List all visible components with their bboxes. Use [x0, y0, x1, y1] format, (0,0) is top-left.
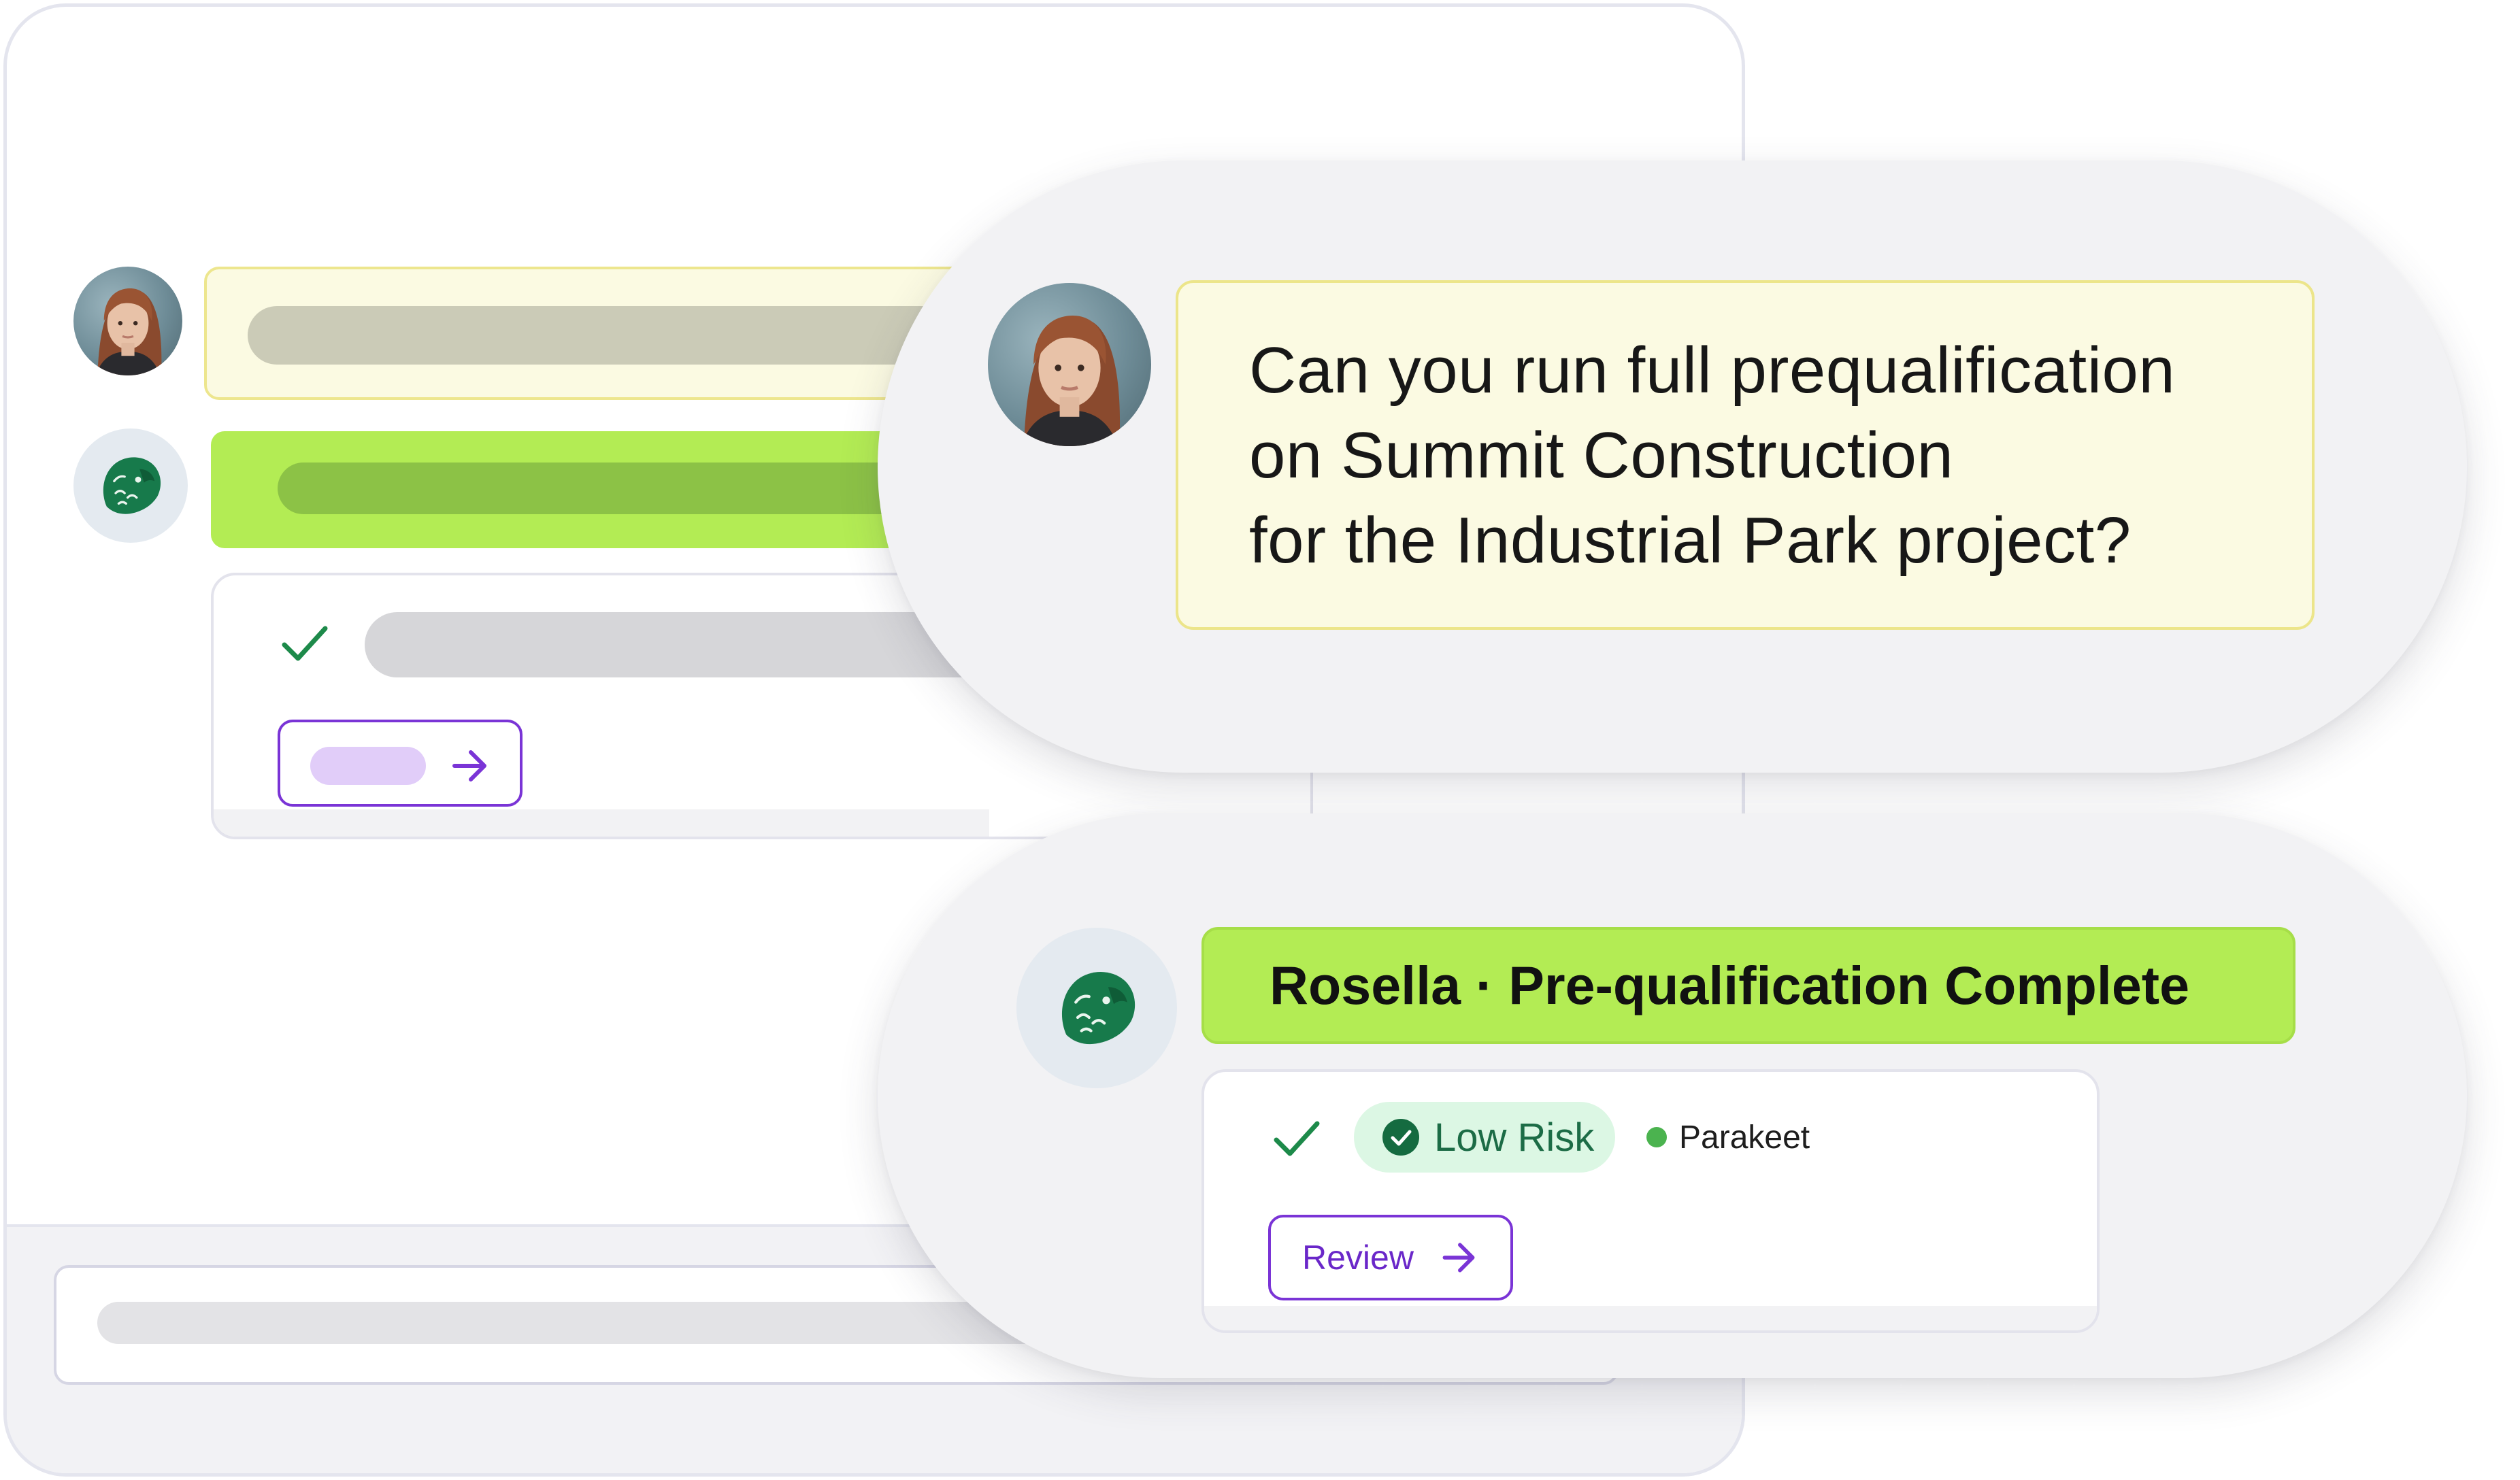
- input-skeleton-bar: [97, 1302, 1050, 1344]
- result-title: Rosella · Pre-qualification Complete: [1270, 955, 2190, 1015]
- user-question-bubble: Can you run full prequalification on Sum…: [1176, 280, 2315, 630]
- bot-avatar: [1016, 928, 1177, 1088]
- arrow-right-icon: [1442, 1243, 1475, 1273]
- button-placeholder: [278, 720, 523, 807]
- panel-footer-strip: [214, 809, 989, 837]
- arrow-right-icon: [452, 750, 486, 781]
- panel-footer-strip: [1204, 1306, 2097, 1330]
- user-avatar: [73, 267, 182, 375]
- source-label: Parakeet: [1679, 1119, 1810, 1156]
- green-dot-icon: [1646, 1127, 1667, 1147]
- button-skeleton-bar: [310, 747, 426, 785]
- question-line: Can you run full prequalification: [1249, 334, 2176, 407]
- user-avatar-photo: [73, 267, 182, 375]
- review-button-label: Review: [1302, 1239, 1414, 1277]
- user-avatar-photo: [988, 283, 1151, 446]
- question-line: on Summit Construction: [1249, 419, 1954, 492]
- check-icon: [280, 623, 329, 667]
- parrot-logo-icon: [1049, 960, 1144, 1056]
- check-circle-icon: [1382, 1119, 1419, 1156]
- result-title-bar: Rosella · Pre-qualification Complete: [1201, 927, 2295, 1044]
- source-tag: Parakeet: [1646, 1115, 1810, 1159]
- check-icon: [1272, 1118, 1321, 1162]
- question-line: for the Industrial Park project?: [1249, 504, 2132, 577]
- result-panel: Low Risk Parakeet Review: [1201, 1069, 2100, 1333]
- risk-status-badge: Low Risk: [1354, 1102, 1615, 1173]
- user-avatar: [988, 283, 1151, 446]
- parrot-logo-icon: [93, 448, 168, 523]
- review-button[interactable]: Review: [1268, 1215, 1513, 1300]
- risk-label: Low Risk: [1434, 1115, 1595, 1160]
- bot-avatar: [73, 428, 188, 543]
